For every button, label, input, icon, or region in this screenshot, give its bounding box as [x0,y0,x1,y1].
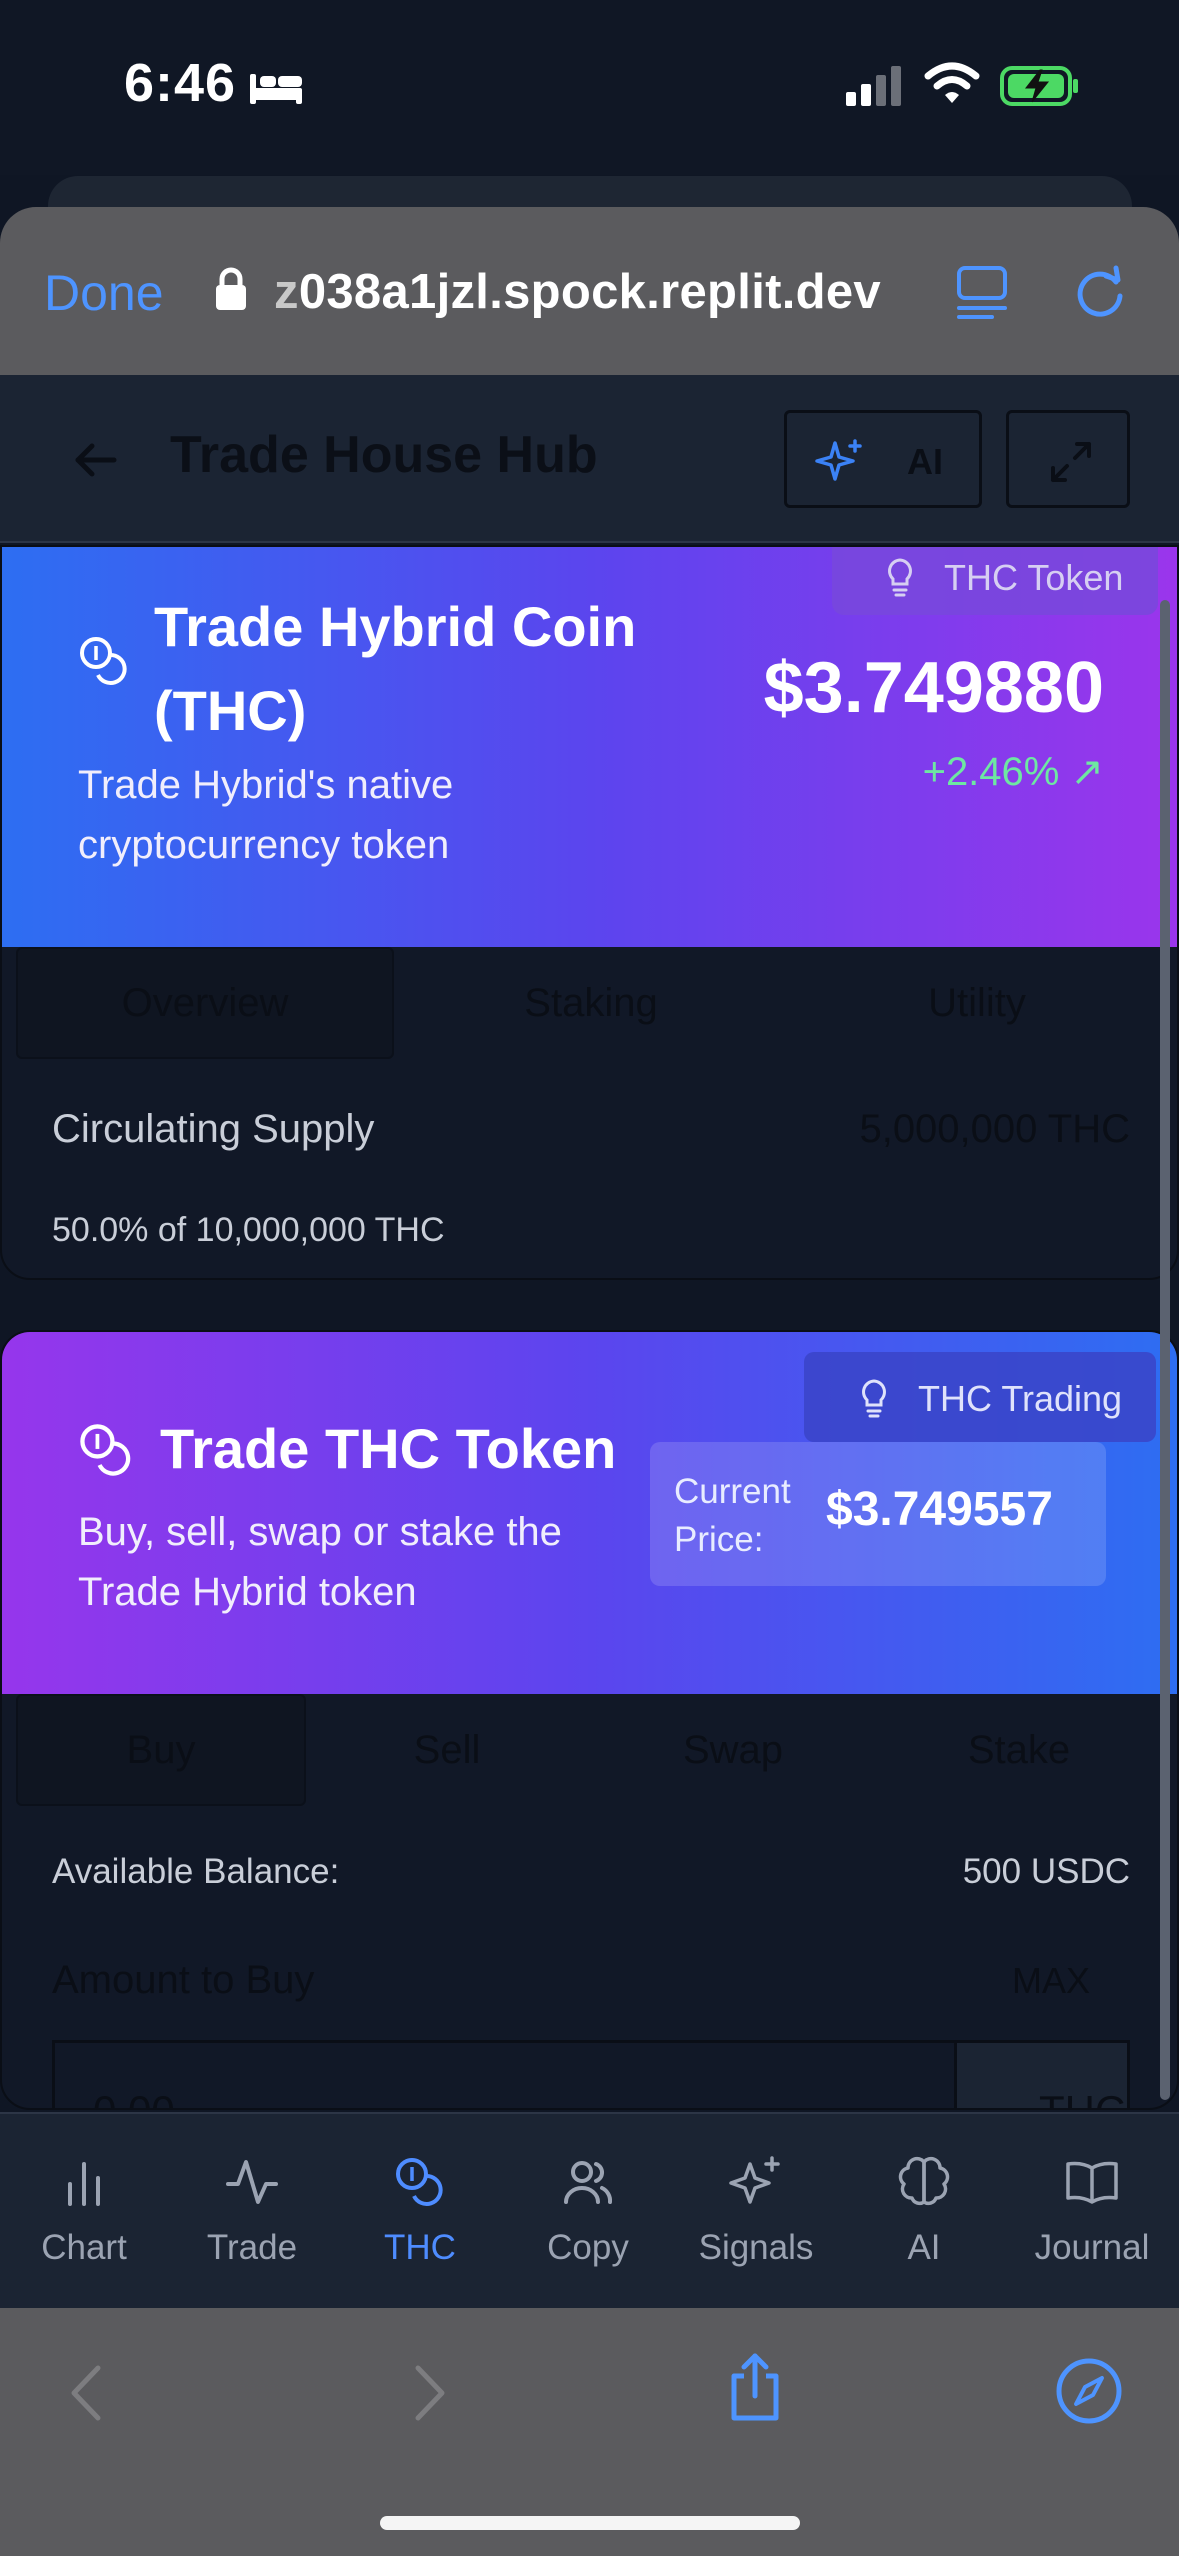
tab-swap[interactable]: Swap [588,1694,878,1806]
fullscreen-button[interactable] [1006,410,1130,508]
forward-chevron-icon[interactable] [392,2358,462,2428]
nav-label-trade: Trade [206,2228,298,2267]
amount-input[interactable]: 0.00 [52,2040,956,2108]
back-chevron-icon[interactable] [54,2358,124,2428]
trading-badge-label: THC Trading [918,1378,1123,1419]
amount-unit: THC [954,2040,1130,2108]
page-format-icon[interactable] [956,264,1008,320]
price-change: +2.46% ↗ [802,749,1104,795]
cellular-signal-icon [846,66,901,106]
sleep-focus-icon [250,74,302,104]
done-button[interactable]: Done [44,264,164,322]
book-icon [1066,2161,1118,2204]
trade-thc-card: THC Trading Trade THC Token Buy, sell, s… [0,1330,1179,2110]
available-balance-value: 500 USDC [962,1852,1130,1891]
nav-label-thc: THC [384,2228,456,2267]
tab-utility[interactable]: Utility [788,947,1166,1059]
nav-label-chart: Chart [41,2228,127,2267]
coins-icon [80,1424,131,1476]
trade-subtitle: Buy, sell, swap or stake the Trade Hybri… [78,1510,562,1614]
max-button[interactable]: MAX [1012,1960,1090,2002]
page-title: Trade House Hub [170,426,598,484]
scrollbar[interactable] [1160,600,1170,2100]
sparkles-icon [815,439,862,481]
trading-badge: THC Trading [804,1352,1156,1442]
tab-buy[interactable]: Buy [16,1694,306,1806]
arrow-up-right-icon: ↗ [1070,750,1104,794]
token-badge: THC Token [832,547,1158,615]
current-price-value: $3.749557 [826,1483,1053,1536]
nav-label-signals: Signals [698,2228,814,2267]
url-field[interactable]: z038a1jzl.spock.replit.dev [274,264,881,320]
token-price: $3.749880 [763,648,1104,728]
circulating-supply-value: 5,000,000 THC [859,1107,1130,1151]
users-icon [564,2161,613,2204]
sparkles-icon [729,2156,780,2204]
back-arrow-icon[interactable] [70,434,122,486]
nav-item-copy[interactable]: Copy [504,2114,672,2310]
current-price-label: Current Price: [674,1472,791,1559]
activity-icon [226,2160,278,2204]
token-badge-label: THC Token [944,557,1124,598]
ai-button[interactable]: AI [784,410,982,508]
wifi-icon [924,62,980,103]
bottom-navigation: Chart Trade THC Copy Signals AI Journal [0,2112,1179,2308]
lightbulb-icon [862,1379,886,1418]
bar-chart-icon [68,2162,100,2206]
nav-item-signals[interactable]: Signals [672,2114,840,2310]
amount-to-buy-label: Amount to Buy [52,1958,315,2002]
nav-item-thc[interactable]: THC [336,2114,504,2310]
coins-icon [396,2158,443,2206]
nav-item-journal[interactable]: Journal [1008,2114,1176,2310]
supply-percentage-note: 50.0% of 10,000,000 THC [52,1211,445,1249]
tab-sell[interactable]: Sell [302,1694,592,1806]
expand-icon [1051,442,1091,482]
coins-icon [80,637,127,685]
circulating-supply-label: Circulating Supply [52,1107,375,1151]
nav-item-ai[interactable]: AI [840,2114,1008,2310]
lock-icon [216,267,246,310]
token-title: Trade Hybrid Coin (THC) [154,595,637,742]
token-hero: THC Token Trade Hybrid Coin (THC) Trade … [2,547,1177,947]
trade-hero: THC Trading Trade THC Token Buy, sell, s… [2,1332,1177,1694]
tab-stake[interactable]: Stake [874,1694,1164,1806]
brain-icon [898,2156,950,2206]
token-tabs: Overview Staking Utility [2,947,1177,1059]
share-icon[interactable] [720,2352,790,2422]
nav-item-chart[interactable]: Chart [0,2114,168,2310]
nav-label-copy: Copy [547,2228,629,2267]
url-domain: 038a1jzl.spock.replit.dev [298,265,881,319]
trade-tabs: Buy Sell Swap Stake [2,1694,1177,1806]
price-change-value: +2.46% [922,750,1060,794]
nav-label-journal: Journal [1034,2228,1150,2267]
tab-staking[interactable]: Staking [402,947,780,1059]
tab-overview[interactable]: Overview [16,947,394,1059]
current-price-box: Current Price: $3.749557 [650,1442,1106,1586]
nav-label-ai: AI [907,2228,941,2267]
ai-button-label: AI [907,441,943,482]
reload-icon[interactable] [1070,262,1130,322]
token-subtitle: Trade Hybrid's native cryptocurrency tok… [78,763,454,867]
thc-token-card: THC Token Trade Hybrid Coin (THC) Trade … [0,545,1179,1280]
available-balance-label: Available Balance: [52,1852,340,1891]
trade-title: Trade THC Token [160,1417,617,1480]
status-time: 6:46 [124,53,237,113]
compass-icon[interactable] [1054,2356,1124,2426]
nav-item-trade[interactable]: Trade [168,2114,336,2310]
lightbulb-icon [888,558,912,597]
home-indicator [380,2516,800,2530]
battery-charging-icon [1000,66,1078,106]
url-prefix: z [274,265,299,319]
